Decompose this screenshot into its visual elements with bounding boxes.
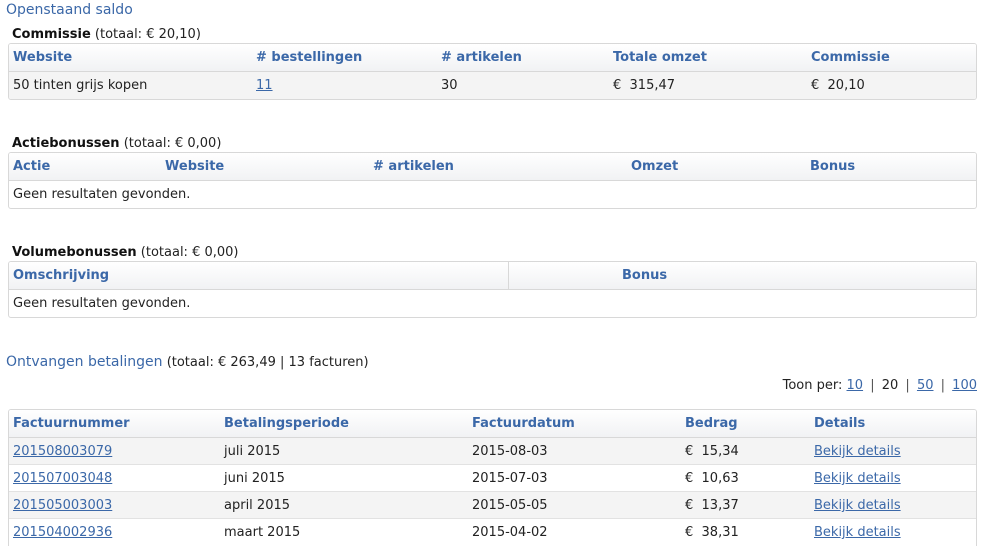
actiebonussen-title: Actiebonussen [12, 136, 120, 151]
cell-datum: 2015-07-03 [472, 471, 548, 486]
commissie-total: (totaal: € 20,10) [94, 27, 201, 42]
factuurnummer-link[interactable]: 201504002936 [13, 525, 112, 540]
cell-bedrag: € 10,63 [685, 471, 739, 486]
column-header-bonus[interactable]: Bonus [810, 159, 855, 174]
column-header-artikelen[interactable]: # artikelen [373, 159, 454, 174]
cell-datum: 2015-08-03 [472, 444, 548, 459]
volumebonussen-title: Volumebonussen [12, 245, 137, 260]
column-header-omschrijving[interactable]: Omschrijving [13, 268, 109, 283]
actiebonussen-table: Actie Website # artikelen Omzet Bonus Ge… [8, 152, 977, 209]
table-row: 201508003079 juli 2015 2015-08-03 € 15,3… [9, 438, 976, 465]
ontvangen-total: (totaal: € 263,49 [166, 355, 276, 370]
column-header-artikelen[interactable]: # artikelen [441, 50, 522, 65]
volumebonussen-table: Omschrijving Bonus Geen resultaten gevon… [8, 261, 977, 318]
cell-artikelen: 30 [441, 78, 458, 93]
cell-bedrag: € 15,34 [685, 444, 739, 459]
betalingen-table: Factuurnummer Betalingsperiode Factuurda… [8, 409, 977, 546]
bekijk-details-link[interactable]: Bekijk details [814, 498, 901, 513]
column-header-factuurnummer[interactable]: Factuurnummer [13, 416, 130, 431]
factuurnummer-link[interactable]: 201505003003 [13, 498, 112, 513]
bekijk-details-link[interactable]: Bekijk details [814, 444, 901, 459]
table-row: 50 tinten grijs kopen 11 30 € 315,47 € 2… [9, 72, 976, 99]
page-size-label: Toon per: [782, 378, 843, 393]
cell-datum: 2015-05-05 [472, 498, 548, 513]
cell-bedrag: € 38,31 [685, 525, 739, 540]
cell-periode: april 2015 [224, 498, 291, 513]
page-title: Openstaand saldo [6, 2, 133, 18]
cell-datum: 2015-04-02 [472, 525, 548, 540]
commissie-table: Website # bestellingen # artikelen Total… [8, 43, 977, 100]
bekijk-details-link[interactable]: Bekijk details [814, 471, 901, 486]
column-header-commissie[interactable]: Commissie [811, 50, 890, 65]
page-size-100-link[interactable]: 100 [952, 378, 977, 393]
table-row: 201505003003 april 2015 2015-05-05 € 13,… [9, 492, 976, 519]
cell-periode: juli 2015 [224, 444, 281, 459]
empty-row: Geen resultaten gevonden. [9, 290, 976, 317]
page-size-10-link[interactable]: 10 [847, 378, 864, 393]
column-header-factuurdatum[interactable]: Factuurdatum [472, 416, 575, 431]
column-header-details: Details [814, 416, 866, 431]
column-header-bonus[interactable]: Bonus [622, 268, 667, 283]
factuurnummer-link[interactable]: 201508003079 [13, 444, 112, 459]
empty-row: Geen resultaten gevonden. [9, 181, 976, 208]
cell-omzet: € 315,47 [613, 78, 676, 93]
table-row: 201504002936 maart 2015 2015-04-02 € 38,… [9, 519, 976, 546]
column-divider [508, 262, 509, 289]
factuurnummer-link[interactable]: 201507003048 [13, 471, 112, 486]
column-header-actie[interactable]: Actie [13, 159, 50, 174]
actiebonussen-table-header: Actie Website # artikelen Omzet Bonus [9, 153, 976, 181]
summary-separator: | [280, 355, 285, 370]
page-size-20-current: 20 [881, 378, 899, 393]
ontvangen-heading: Ontvangen betalingen (totaal: € 263,49 |… [6, 354, 369, 370]
pager-separator: | [870, 378, 875, 393]
actiebonussen-total: (totaal: € 0,00) [123, 136, 222, 151]
page-size-50-link[interactable]: 50 [917, 378, 934, 393]
cell-commissie: € 20,10 [811, 78, 865, 93]
betalingen-table-header: Factuurnummer Betalingsperiode Factuurda… [9, 410, 976, 438]
volumebonussen-total: (totaal: € 0,00) [140, 245, 239, 260]
commissie-title: Commissie [12, 27, 91, 42]
column-header-betalingsperiode[interactable]: Betalingsperiode [224, 416, 349, 431]
empty-message: Geen resultaten gevonden. [13, 187, 191, 202]
commissie-table-header: Website # bestellingen # artikelen Total… [9, 44, 976, 72]
page-size-selector: Toon per: 10 | 20 | 50 | 100 [783, 378, 977, 393]
column-header-omzet[interactable]: Omzet [631, 159, 678, 174]
cell-website: 50 tinten grijs kopen [13, 78, 148, 93]
volumebonussen-table-header: Omschrijving Bonus [9, 262, 976, 290]
pager-separator: | [940, 378, 946, 393]
volumebonussen-heading: Volumebonussen (totaal: € 0,00) [12, 245, 239, 260]
ontvangen-count: 13 facturen) [288, 355, 369, 370]
pager-separator: | [905, 378, 910, 393]
cell-bedrag: € 13,37 [685, 498, 739, 513]
actiebonussen-heading: Actiebonussen (totaal: € 0,00) [12, 136, 221, 151]
bekijk-details-link[interactable]: Bekijk details [814, 525, 901, 540]
column-header-totale-omzet[interactable]: Totale omzet [613, 50, 707, 65]
commissie-heading: Commissie (totaal: € 20,10) [12, 27, 201, 42]
cell-periode: maart 2015 [224, 525, 301, 540]
column-header-bedrag[interactable]: Bedrag [685, 416, 738, 431]
ontvangen-summary: (totaal: € 263,49 | 13 facturen) [167, 355, 369, 370]
table-row: 201507003048 juni 2015 2015-07-03 € 10,6… [9, 465, 976, 492]
cell-periode: juni 2015 [224, 471, 285, 486]
column-header-bestellingen[interactable]: # bestellingen [256, 50, 362, 65]
ontvangen-title: Ontvangen betalingen [6, 354, 163, 370]
bestellingen-link[interactable]: 11 [256, 78, 273, 93]
column-header-website[interactable]: Website [13, 50, 72, 65]
column-header-website[interactable]: Website [165, 159, 224, 174]
empty-message: Geen resultaten gevonden. [13, 296, 191, 311]
